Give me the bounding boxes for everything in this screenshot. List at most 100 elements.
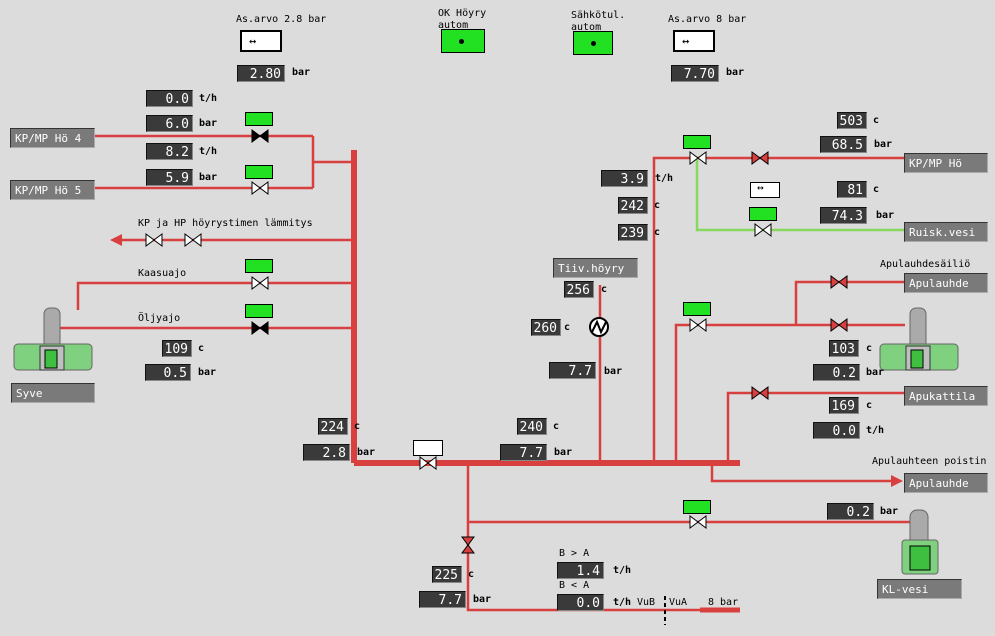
tag-hp4[interactable]: KP/MP Hö 4 — [10, 128, 95, 148]
valve-control-hp4[interactable] — [245, 112, 273, 126]
unit: bar — [876, 210, 895, 221]
valve-control-gas[interactable] — [245, 259, 273, 273]
setpoint-left-toggle[interactable]: ↔ — [240, 30, 282, 52]
flow-hp5: 8.2 — [146, 143, 193, 160]
header-temperature: 224 — [318, 418, 348, 435]
valve-icon — [689, 515, 707, 529]
aux-tank-label: Apulauhdesäiliö — [880, 259, 971, 270]
header-pressure: 2.8 — [303, 444, 350, 461]
exchanger-temperature: 260 — [531, 319, 561, 336]
unit: c — [866, 400, 873, 411]
valve-icon — [145, 233, 163, 247]
boiler-temperature: 169 — [829, 397, 859, 414]
unit: bar — [880, 506, 899, 517]
unit: bar — [357, 447, 376, 458]
power-auto-button[interactable] — [573, 31, 613, 55]
unit: bar — [726, 67, 745, 78]
unit: t/h — [655, 173, 674, 184]
aux-pressure: 0.2 — [813, 364, 860, 381]
valve-control-hp5[interactable] — [245, 165, 273, 179]
setpoint-right-toggle[interactable]: ↔ — [673, 30, 715, 52]
distribution-temperature: 240 — [517, 418, 547, 435]
unit: c — [564, 322, 571, 333]
tag-aux-condensate-2[interactable]: Apulauhde — [904, 473, 988, 493]
unit: bar — [554, 447, 573, 458]
unit: c — [873, 115, 880, 126]
bottom-pressure: 7.7 — [419, 591, 466, 608]
unit: c — [468, 569, 475, 580]
dot-icon — [591, 41, 596, 46]
injection-toggle[interactable]: ↔ — [750, 181, 780, 198]
tag-hp5[interactable]: KP/MP Hö 5 — [10, 180, 95, 200]
kl-tank-icon — [901, 509, 939, 575]
valve-icon — [251, 181, 269, 195]
valve-control-injection[interactable] — [749, 207, 777, 221]
header-valve-toggle[interactable] — [413, 440, 443, 456]
valve-icon — [754, 223, 772, 237]
condensate-temperature: 256 — [564, 281, 594, 298]
dot-icon — [459, 39, 464, 44]
pressure-hp5: 5.9 — [146, 169, 193, 186]
aux-temperature: 103 — [829, 340, 859, 357]
center-temperature-1: 242 — [618, 197, 648, 214]
unit: c — [873, 184, 880, 195]
valve-control-hp[interactable] — [683, 135, 711, 149]
unit: t/h — [613, 597, 632, 608]
tag-kl-water[interactable]: KL-vesi — [877, 579, 962, 599]
valve-icon — [184, 233, 202, 247]
syve-temperature: 109 — [162, 340, 192, 357]
tag-hp-right[interactable]: KP/MP Hö — [904, 153, 988, 173]
unit: bar — [199, 172, 218, 183]
valve-control-oil[interactable] — [245, 304, 273, 318]
aux-remover-label: Apulauhteen poistin — [872, 456, 987, 467]
ab-flow: 0.0 — [557, 594, 604, 611]
tag-syve[interactable]: Syve — [11, 383, 95, 403]
condensate-pressure: 7.7 — [549, 362, 596, 379]
unit: c — [198, 343, 205, 354]
aux-tank-icon — [879, 307, 959, 371]
unit: c — [553, 421, 560, 432]
unit: c — [654, 227, 661, 238]
valve-control-kl[interactable] — [683, 500, 711, 514]
ab-label: B < A — [559, 580, 590, 591]
valve-icon — [830, 318, 848, 332]
valve-icon — [419, 456, 437, 470]
vub-label: VuB — [637, 597, 656, 608]
center-temperature-2: 239 — [618, 224, 648, 241]
tag-aux-condensate-1[interactable]: Apulauhde — [904, 273, 988, 293]
syve-pressure: 0.5 — [145, 364, 191, 381]
unit: t/h — [199, 93, 218, 104]
valve-icon — [689, 318, 707, 332]
syve-tank-icon — [13, 307, 93, 371]
heating-label: KP ja HP höyrystimen lämmitys — [138, 218, 313, 229]
unit: c — [654, 200, 661, 211]
tag-aux-boiler[interactable]: Apukattila — [904, 386, 988, 406]
unit: t/h — [199, 146, 218, 157]
valve-icon — [251, 276, 269, 290]
setpoint-right-value[interactable]: 7.70 — [671, 65, 719, 82]
unit: bar — [604, 366, 623, 377]
tag-condensate-steam[interactable]: Tiiv.höyry — [553, 258, 638, 278]
valve-icon — [251, 129, 269, 143]
setpoint-left-label: As.arvo 2.8 bar — [236, 14, 327, 25]
unit: bar — [874, 139, 893, 150]
valve-icon — [751, 386, 769, 400]
ba-label: B > A — [559, 548, 590, 559]
kl-pressure: 0.2 — [827, 503, 874, 520]
valve-icon — [830, 275, 848, 289]
setpoint-left-value[interactable]: 2.80 — [237, 65, 285, 82]
unit: bar — [473, 594, 492, 605]
tag-injection-water[interactable]: Ruisk.vesi — [904, 222, 988, 242]
pressure-hp4: 6.0 — [146, 115, 193, 132]
arrows-icon: ↔ — [682, 34, 690, 48]
valve-icon — [251, 321, 269, 335]
bottom-temperature: 225 — [432, 566, 462, 583]
valve-control-aux[interactable] — [683, 302, 711, 316]
flow-hp4: 0.0 — [146, 90, 193, 107]
unit: bar — [866, 367, 885, 378]
unit: c — [601, 284, 608, 295]
arrows-icon: ↔ — [249, 34, 257, 48]
ok-steam-auto-button[interactable] — [441, 29, 485, 53]
heat-exchanger-icon — [589, 317, 609, 337]
distribution-pressure: 7.7 — [500, 444, 547, 461]
